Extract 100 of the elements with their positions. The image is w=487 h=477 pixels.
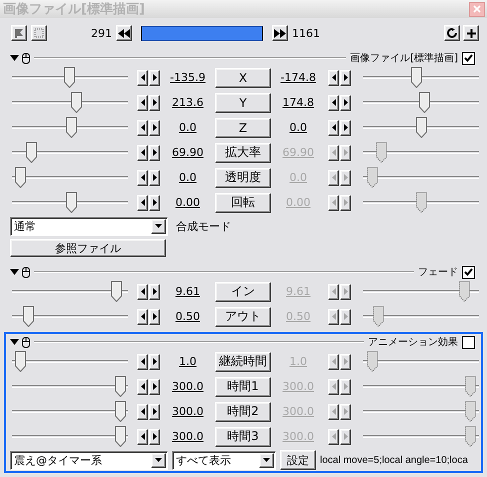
decrease-button[interactable] [137,70,148,86]
increase-button[interactable] [149,170,160,186]
slider[interactable] [363,280,479,302]
dropdown[interactable]: 通常 [10,216,168,236]
slider[interactable] [363,166,479,188]
slider[interactable] [363,192,479,214]
value-text[interactable]: 1.0 [164,355,212,368]
action-button[interactable]: 設定 [280,450,316,470]
fast-forward-button[interactable] [272,25,288,41]
increase-button[interactable] [149,428,160,444]
decrease-button[interactable] [328,70,339,86]
slider[interactable] [363,350,479,372]
decrease-button[interactable] [137,378,148,394]
slider-thumb[interactable] [464,376,476,396]
loop-button[interactable] [444,25,460,41]
value-text[interactable]: 0.50 [164,310,212,323]
decrease-button[interactable] [137,120,148,136]
slider[interactable] [12,166,128,188]
dropdown[interactable]: 震え@タイマー系 [10,450,168,470]
action-button[interactable]: 参照ファイル [10,239,166,257]
slider-thumb[interactable] [15,350,26,372]
slider-thumb[interactable] [26,142,38,162]
value-text[interactable]: 0.0 [164,121,212,134]
increase-button[interactable] [149,70,160,86]
dropdown[interactable]: すべて表示 [172,450,276,470]
slider-thumb[interactable] [373,306,384,326]
checkbox[interactable] [462,52,475,64]
slider-thumb[interactable] [66,192,78,212]
parameter-button[interactable]: 時間1 [215,376,271,396]
slider[interactable] [363,376,479,398]
slider[interactable] [12,192,128,214]
decrease-button[interactable] [328,120,339,136]
slider[interactable] [12,66,128,88]
slider-thumb[interactable] [416,192,428,212]
slider[interactable] [12,306,128,328]
slider-thumb[interactable] [367,166,378,188]
increase-button[interactable] [340,120,351,136]
slider-thumb[interactable] [367,350,378,372]
parameter-button[interactable]: Z [215,118,271,138]
slider-thumb[interactable] [458,280,470,302]
add-button[interactable] [463,25,479,41]
filter-section[interactable]: アニメーション効果 1.0 継続時間 1.0 300.0 時間1 300.0 300.0 時間2 300.0 300.0 時間3 300.0 震え@タイマー系 すべて表示 設定 local move=5;local angle=10;loca [4,332,483,473]
caret-icon[interactable] [10,269,19,275]
toolbar-button[interactable] [11,25,27,41]
value-text[interactable]: 174.8 [274,96,322,109]
filter-section[interactable]: フェード 9.61 イン 9.61 0.50 アウト 0.50 [4,262,483,331]
value-text[interactable]: 300.0 [164,405,212,418]
value-text[interactable]: 300.0 [164,430,212,443]
value-text[interactable]: 69.90 [164,146,212,159]
increase-button[interactable] [149,354,160,370]
slider[interactable] [12,350,128,372]
increase-button[interactable] [149,194,160,210]
slider-thumb[interactable] [64,66,75,88]
increase-button[interactable] [340,94,351,110]
slider-thumb[interactable] [376,142,388,162]
toolbar-button[interactable] [31,25,47,41]
increase-button[interactable] [149,144,160,160]
decrease-button[interactable] [137,94,148,110]
value-text[interactable]: 213.6 [164,96,212,109]
filter-section[interactable]: 画像ファイル[標準描画] -135.9 X -174.8 213.6 Y 174.8 0.0 Z 0.0 69.90 拡大率 69.90 0.0 透明度 0.0 0.00 回転 0.00 通常 合成モード 参照ファイル [4,48,483,261]
slider-thumb[interactable] [419,92,430,112]
slider[interactable] [12,376,128,398]
slider-thumb[interactable] [115,426,126,446]
parameter-button[interactable]: アウト [215,306,271,326]
decrease-button[interactable] [137,308,148,324]
value-text[interactable]: 9.61 [164,285,212,298]
value-text[interactable]: 0.00 [164,196,212,209]
increase-button[interactable] [149,94,160,110]
value-text[interactable]: 300.0 [164,380,212,393]
slider-thumb[interactable] [66,116,78,138]
decrease-button[interactable] [137,404,148,420]
increase-button[interactable] [149,284,160,300]
slider-thumb[interactable] [110,280,122,302]
parameter-button[interactable]: イン [215,282,271,302]
slider[interactable] [363,400,479,422]
slider[interactable] [12,116,128,138]
value-text[interactable]: 0.0 [164,171,212,184]
slider-thumb[interactable] [410,66,422,88]
parameter-button[interactable]: 時間3 [215,426,271,446]
slider[interactable] [363,116,479,138]
slider[interactable] [363,306,479,328]
slider-thumb[interactable] [464,426,476,446]
rewind-button[interactable] [116,25,132,41]
value-text[interactable]: -174.8 [274,71,322,84]
decrease-button[interactable] [137,284,148,300]
checkbox[interactable] [462,266,475,278]
decrease-button[interactable] [137,194,148,210]
caret-icon[interactable] [10,339,19,345]
slider[interactable] [12,426,128,448]
value-text[interactable]: -135.9 [164,71,212,84]
increase-button[interactable] [149,404,160,420]
decrease-button[interactable] [328,94,339,110]
value-text[interactable]: 0.0 [274,121,322,134]
slider-thumb[interactable] [115,400,126,422]
slider[interactable] [12,142,128,164]
parameter-button[interactable]: 回転 [215,192,271,212]
slider[interactable] [12,92,128,114]
parameter-button[interactable]: 時間2 [215,402,271,422]
decrease-button[interactable] [137,170,148,186]
slider-thumb[interactable] [23,306,34,326]
